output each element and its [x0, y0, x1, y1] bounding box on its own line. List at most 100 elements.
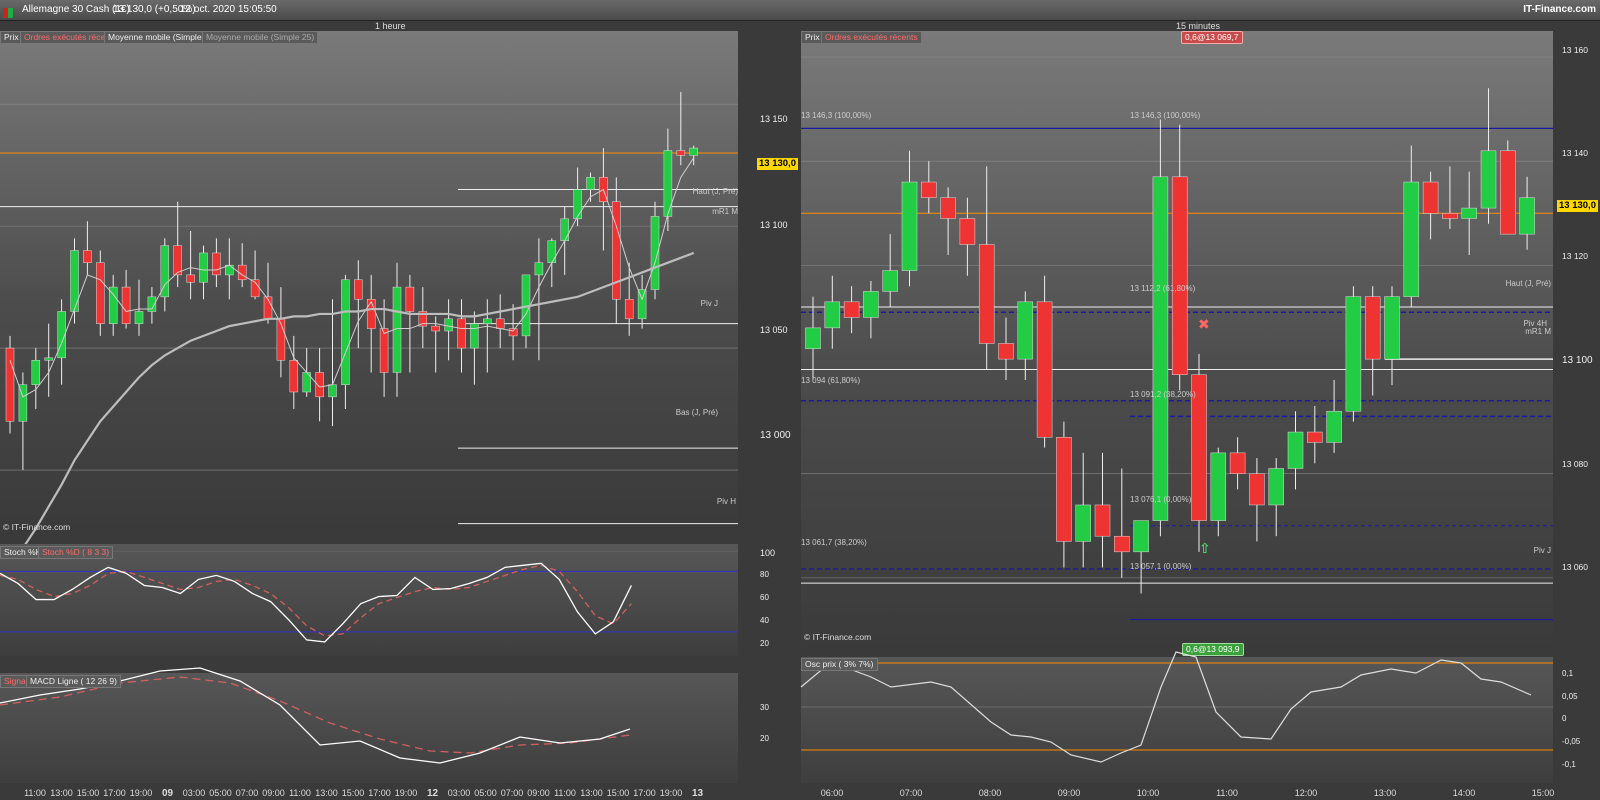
candle-body	[134, 311, 144, 324]
left-x-tick: 03:00	[182, 788, 206, 798]
price-oscillator-chart[interactable]	[800, 651, 1553, 783]
candle-body	[121, 286, 131, 324]
stochastic-chart[interactable]	[0, 544, 738, 656]
left-y-tick: 13 100	[760, 220, 788, 230]
left-legend-ma25[interactable]: Moyenne mobile (Simple 25)	[202, 31, 319, 44]
candle-body	[495, 318, 505, 329]
candle-body	[1075, 504, 1091, 542]
candle-body	[612, 201, 621, 300]
left-x-tick: 15:00	[76, 788, 100, 798]
candle-body	[173, 245, 182, 276]
sell-marker-icon: ✖	[1198, 317, 1210, 333]
macd-y-tick: 20	[760, 734, 769, 743]
right-y-tick: 13 100	[1562, 355, 1593, 366]
candle-body	[483, 318, 492, 324]
candle-body	[863, 291, 879, 318]
candle-body	[508, 328, 518, 337]
candle-body	[405, 286, 415, 312]
left-x-tick: 11:00	[289, 788, 311, 798]
candle-body	[199, 252, 208, 283]
fibo-label-382: 13 091,2 (38,20%)	[1130, 390, 1196, 399]
fibo-label-100a: 13 146,3 (100,00%)	[801, 111, 872, 120]
right-x-tick: 14:00	[1452, 788, 1476, 798]
left-price-tag: 13 130,0	[757, 158, 798, 170]
right-osc-pane[interactable]: Osc prix ( 3% 7%)	[800, 651, 1553, 783]
candle-body	[1114, 535, 1130, 553]
left-legend-ma3[interactable]: Moyenne mobile (Simple 3)	[104, 31, 216, 44]
left-macd-pane[interactable]: Signal MACD Ligne ( 12 26 9)	[0, 667, 738, 783]
right-timeframe-title: 15 minutes	[1176, 21, 1221, 31]
candle-body	[1152, 176, 1169, 521]
candle-body	[1307, 431, 1323, 443]
left-level-pivj: Piv J	[700, 299, 718, 308]
macd-line-label[interactable]: MACD Ligne ( 12 26 9)	[26, 675, 121, 688]
candle-body	[1249, 473, 1265, 506]
fibo-label-382b: 13 061,7 (38,20%)	[801, 538, 867, 547]
candle-body	[1461, 207, 1477, 219]
left-stoch-pane[interactable]: Stoch %K Stoch %D ( 8 3 3)	[0, 544, 738, 656]
candle-body	[457, 318, 466, 349]
buy-marker-icon: ⇧	[1199, 541, 1211, 557]
osc-y-tick: -0,1	[1562, 760, 1576, 769]
left-level-pivh: Piv H	[716, 497, 736, 506]
candle-body	[1345, 296, 1362, 412]
candle-body	[805, 327, 821, 349]
stoch-d-label[interactable]: Stoch %D ( 8 3 3)	[38, 546, 114, 559]
left-x-tick: 15:00	[341, 788, 365, 798]
candle-body	[289, 360, 299, 393]
candle-body	[444, 318, 453, 332]
candle-body	[328, 384, 337, 398]
candle-body	[83, 250, 92, 263]
left-x-tick: 17:00	[103, 788, 126, 798]
right-legend-orders[interactable]: Ordres exécutés récents	[821, 31, 922, 44]
candle-body	[534, 262, 544, 276]
osc-y-tick: -0,05	[1562, 737, 1581, 746]
left-candlestick-chart[interactable]	[0, 31, 738, 569]
candle-body	[921, 181, 937, 198]
stoch-y-tick: 40	[760, 616, 769, 625]
left-x-tick: 07:00	[500, 788, 524, 798]
candle-body	[573, 189, 582, 220]
candle-body	[5, 347, 15, 422]
osc-y-tick: 0,1	[1562, 669, 1574, 678]
candle-body	[1210, 452, 1227, 521]
left-level-haut: Haut (J, Pré)	[692, 187, 738, 196]
candle-body	[978, 244, 995, 344]
brand-label: IT-Finance.com	[1523, 4, 1596, 15]
candle-body	[940, 197, 956, 219]
left-x-tick: 15:00	[606, 788, 630, 798]
order-tooltip-bottom[interactable]: 0,6@13 093,9	[1182, 643, 1244, 656]
title-bar: Allemagne 30 Cash (1€) 13 130,0 (+0,50%)…	[0, 0, 1600, 21]
candle-body	[186, 274, 195, 283]
macd-chart[interactable]	[0, 667, 738, 783]
candle-body	[1500, 150, 1516, 235]
stoch-k-line	[0, 562, 632, 643]
quote-datetime: 12 oct. 2020 15:05:50	[180, 4, 277, 15]
left-y-tick: 13 050	[760, 325, 788, 335]
candle-body	[470, 323, 479, 349]
candle-body	[824, 301, 841, 329]
left-x-tick: 11:00	[554, 788, 576, 798]
stoch-d-line	[0, 564, 632, 637]
candle-body	[212, 252, 221, 276]
right-x-tick: 09:00	[1057, 788, 1081, 798]
candle-body	[354, 279, 363, 300]
stoch-y-tick: 20	[760, 639, 769, 648]
candle-body	[1056, 437, 1072, 542]
candle-body	[882, 270, 898, 292]
right-x-tick: 07:00	[899, 788, 923, 798]
candle-body	[341, 279, 350, 385]
candle-body	[1287, 431, 1304, 469]
order-tooltip-top[interactable]: 0,6@13 069,7	[1181, 31, 1243, 44]
fibo-label-618b: 13 094 (61,80%)	[801, 376, 861, 385]
candle-body	[96, 262, 105, 324]
candle-body	[1442, 213, 1458, 219]
left-price-pane[interactable]: Prix Ordres exécutés récents Moyenne mob…	[0, 31, 738, 569]
right-y-tick: 13 160	[1562, 45, 1588, 55]
right-x-tick: 11:00	[1216, 788, 1238, 798]
right-price-pane[interactable]: ✖ ⇧ Prix Ordres exécutés récents 0,6@13 0…	[801, 31, 1553, 656]
flag-icon	[3, 5, 13, 18]
left-level-bas: Bas (J, Pré)	[675, 408, 718, 417]
osc-label[interactable]: Osc prix ( 3% 7%)	[801, 658, 878, 671]
candle-body	[676, 150, 686, 156]
